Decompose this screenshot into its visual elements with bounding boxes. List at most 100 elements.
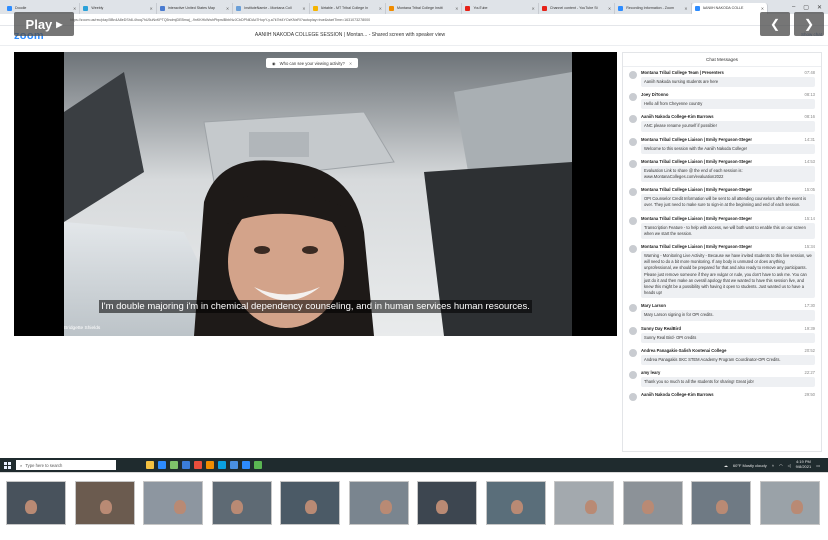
browser-tab[interactable]: InstituteNamie - Montana Coll ✕	[233, 2, 310, 14]
browser-tab[interactable]: Airtable - MT Tribal College In ✕	[310, 2, 387, 14]
chat-time[interactable]: 14:53	[805, 159, 815, 164]
windows-taskbar: ⌕ Type here to search ☁ 60°F Mostly clou…	[0, 458, 828, 472]
chat-time[interactable]: 29:50	[805, 392, 815, 397]
close-notice-icon[interactable]: ✕	[349, 61, 353, 66]
chat-time[interactable]: 19:39	[805, 326, 815, 331]
close-tab-icon[interactable]: ✕	[531, 6, 534, 11]
chat-message-header: Aaniih Nakoda College-Kim Barrows 08:16	[641, 114, 815, 119]
chat-time[interactable]: 15:34	[805, 244, 815, 249]
taskbar-app-icon[interactable]	[206, 461, 214, 469]
close-tab-icon[interactable]: ✕	[761, 6, 764, 11]
close-tab-icon[interactable]: ✕	[302, 6, 305, 11]
close-tab-icon[interactable]: ✕	[608, 6, 611, 11]
taskbar-app-icon[interactable]	[218, 461, 226, 469]
user-avatar-icon	[629, 71, 637, 79]
taskbar-app-icon[interactable]	[230, 461, 238, 469]
chat-sender: Joey DiTonno	[641, 92, 669, 98]
close-tab-icon[interactable]: ✕	[455, 6, 458, 11]
taskbar-app-icons	[146, 461, 262, 469]
viewing-activity-notice[interactable]: ◉ Who can see your viewing activity? ✕	[266, 58, 359, 68]
chat-time[interactable]: 14:31	[805, 137, 815, 142]
clock-date: 9/8/2021	[795, 464, 812, 469]
chat-message-body: Montana Tribal College Liaison | Emily F…	[641, 158, 815, 183]
tab-favicon-icon	[618, 5, 624, 11]
minimize-icon[interactable]: –	[792, 4, 795, 11]
chat-message: Montana Tribal College Liaison | Emily F…	[623, 156, 821, 184]
chat-time[interactable]: 07:48	[805, 70, 815, 75]
video-thumbnail[interactable]	[417, 481, 477, 525]
video-thumbnail[interactable]	[485, 481, 546, 525]
wifi-icon[interactable]: ◠	[779, 463, 783, 468]
video-thumbnail[interactable]	[759, 481, 820, 525]
play-button[interactable]: Play ▶	[14, 12, 74, 36]
chat-message-header: Andrea Panagakis-Salish Kootenai College…	[641, 348, 815, 353]
chat-time[interactable]: 20:52	[805, 348, 815, 353]
browser-tab[interactable]: Channel content - YouTube St ✕	[539, 2, 616, 14]
chat-time[interactable]: 17:30	[805, 303, 815, 308]
close-tab-icon[interactable]: ✕	[684, 6, 687, 11]
video-thumbnail[interactable]	[6, 481, 66, 525]
taskbar-app-icon[interactable]	[158, 461, 166, 469]
url-text[interactable]: https://zoom.us/rec/play/5Bn4A8eDSh8-4ho…	[70, 18, 710, 22]
video-player[interactable]: ◉ Who can see your viewing activity? ✕ I…	[14, 52, 617, 336]
notification-icon[interactable]: ▭	[816, 463, 820, 468]
chat-sender: Montana Tribal College Liaison | Emily F…	[641, 158, 752, 164]
user-avatar-icon	[629, 326, 637, 335]
chat-message-list[interactable]: Montana Tribal College Team | Presenters…	[623, 67, 821, 403]
video-thumbnail[interactable]	[211, 481, 272, 525]
speaker-icon[interactable]: ◁	[788, 463, 791, 468]
browser-tab[interactable]: Montana Tribal College Instit ✕	[386, 2, 463, 14]
maximize-icon[interactable]: ▢	[803, 4, 809, 11]
chat-time[interactable]: 08:13	[805, 92, 815, 97]
clock[interactable]: 4:19 PM 9/8/2021	[795, 459, 812, 470]
chat-text: Andrea Panagakis SKC STEM Academy Progra…	[641, 354, 815, 366]
taskbar-app-icon[interactable]	[182, 461, 190, 469]
browser-tab[interactable]: AANIIH NAKODA COLLE ✕	[691, 2, 769, 14]
browser-tab[interactable]: YouTube ✕	[462, 2, 539, 14]
tray-arrow-icon[interactable]: ˄	[772, 463, 774, 468]
chat-time[interactable]: 15:05	[805, 187, 815, 192]
taskbar-app-icon[interactable]	[146, 461, 154, 469]
tab-favicon-icon	[389, 5, 395, 11]
close-tab-icon[interactable]: ✕	[226, 6, 229, 11]
start-button[interactable]	[0, 458, 14, 472]
caption-text: I'm double majoring i'm in chemical depe…	[99, 300, 532, 313]
previous-button[interactable]: ❮	[760, 12, 790, 36]
video-thumbnail[interactable]	[143, 481, 203, 525]
tab-favicon-icon	[83, 5, 89, 11]
taskbar-search[interactable]: ⌕ Type here to search	[16, 460, 116, 470]
chat-sender: Montana Tribal College Team | Presenters	[641, 70, 724, 75]
tab-title: Recording Information - Zoom	[626, 6, 674, 10]
chat-message-body: Aaniih Nakoda College-Kim Barrows 08:16 AN…	[641, 114, 815, 132]
user-avatar-icon	[629, 393, 637, 402]
close-tab-icon[interactable]: ✕	[379, 6, 382, 11]
chat-time[interactable]: 22:27	[805, 370, 815, 375]
screen: Doodle ✕ Weebly ✕ Interactive United States …	[0, 0, 828, 540]
close-tab-icon[interactable]: ✕	[149, 6, 152, 11]
browser-tab[interactable]: Interactive United States Map ✕	[157, 2, 234, 14]
taskbar-app-icon[interactable]	[170, 461, 178, 469]
browser-tab[interactable]: Weebly ✕	[80, 2, 157, 14]
video-thumbnail[interactable]	[348, 481, 409, 525]
chat-time[interactable]: 08:16	[805, 114, 815, 119]
chat-message-body: Montana Tribal College Liaison | Emily F…	[641, 244, 815, 299]
close-tab-icon[interactable]: ✕	[73, 6, 76, 11]
chat-message-body: Montana Tribal College Liaison | Emily F…	[641, 187, 815, 211]
video-thumbnail[interactable]	[691, 481, 751, 525]
chat-message-header: Montana Tribal College Liaison | Emily F…	[641, 244, 815, 249]
video-thumbnail[interactable]	[74, 481, 135, 525]
next-button[interactable]: ❯	[794, 12, 824, 36]
window-controls: – ▢ ✕	[768, 4, 828, 11]
taskbar-app-icon[interactable]	[254, 461, 262, 469]
tab-favicon-icon	[465, 5, 471, 11]
video-thumbnail[interactable]	[280, 481, 340, 525]
chat-time[interactable]: 15:14	[805, 216, 815, 221]
close-window-icon[interactable]: ✕	[817, 4, 822, 11]
video-thumbnail[interactable]	[554, 481, 614, 525]
video-thumbnail[interactable]	[622, 481, 683, 525]
taskbar-app-icon[interactable]	[194, 461, 202, 469]
thumbnail-scene	[563, 486, 607, 522]
browser-tab[interactable]: Recording Information - Zoom ✕	[615, 2, 692, 14]
address-bar[interactable]: https://zoom.us/rec/play/5Bn4A8eDSh8-4ho…	[0, 14, 828, 26]
taskbar-app-icon[interactable]	[242, 461, 250, 469]
